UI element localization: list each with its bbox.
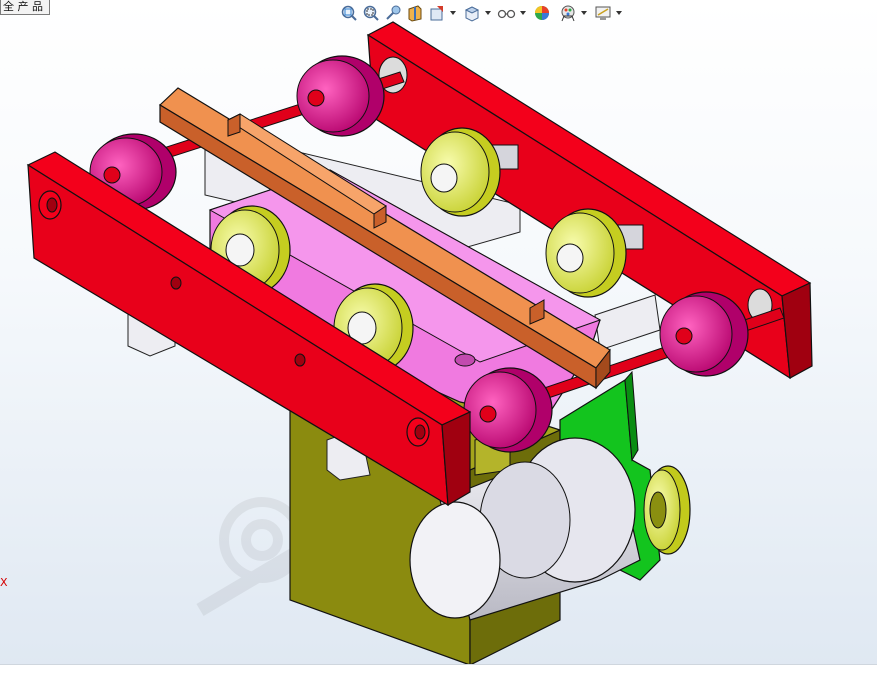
assembly-model[interactable] — [0, 0, 877, 674]
view-settings-button[interactable] — [592, 2, 614, 24]
drive-roller-2 — [296, 55, 385, 137]
view-orientation-icon — [464, 6, 480, 22]
view-orientation-dropdown[interactable] — [483, 2, 492, 24]
edit-appearance-button[interactable] — [557, 2, 579, 24]
hide-show-items-button[interactable] — [531, 2, 553, 24]
section-view-icon — [408, 5, 422, 22]
zoom-to-area-icon — [363, 5, 379, 21]
section-view-button[interactable] — [404, 2, 426, 24]
graphics-viewport[interactable]: 全 产 品 X — [0, 0, 877, 675]
display-style-dropdown[interactable] — [518, 2, 527, 24]
viewport-bottom-edge — [0, 664, 877, 675]
dynamic-annotation-dropdown[interactable] — [448, 2, 457, 24]
previous-view-icon — [386, 5, 401, 20]
edit-appearance-icon — [561, 5, 575, 22]
idler-roller-2 — [545, 208, 627, 298]
edit-appearance-dropdown[interactable] — [579, 2, 588, 24]
document-tab-label: 全 产 品 — [3, 0, 43, 13]
zoom-to-fit-button[interactable] — [338, 2, 360, 24]
triad-x-label: X — [0, 576, 8, 589]
dynamic-annotation-icon — [430, 6, 443, 21]
zoom-to-fit-icon — [341, 5, 357, 21]
display-style-button[interactable] — [496, 2, 518, 24]
drive-roller-4 — [463, 367, 553, 453]
view-settings-icon — [595, 6, 611, 20]
idler-roller-1 — [420, 127, 501, 217]
previous-view-button[interactable] — [382, 2, 404, 24]
heads-up-view-toolbar — [338, 0, 623, 26]
view-settings-dropdown[interactable] — [614, 2, 623, 24]
hide-show-items-icon — [535, 6, 549, 20]
view-orientation-button[interactable] — [461, 2, 483, 24]
zoom-to-area-button[interactable] — [360, 2, 382, 24]
document-tab[interactable]: 全 产 品 — [0, 0, 50, 15]
drive-pulley[interactable] — [643, 465, 691, 555]
display-style-icon — [497, 9, 516, 19]
dynamic-annotation-button[interactable] — [426, 2, 448, 24]
drive-roller-3 — [659, 291, 749, 377]
